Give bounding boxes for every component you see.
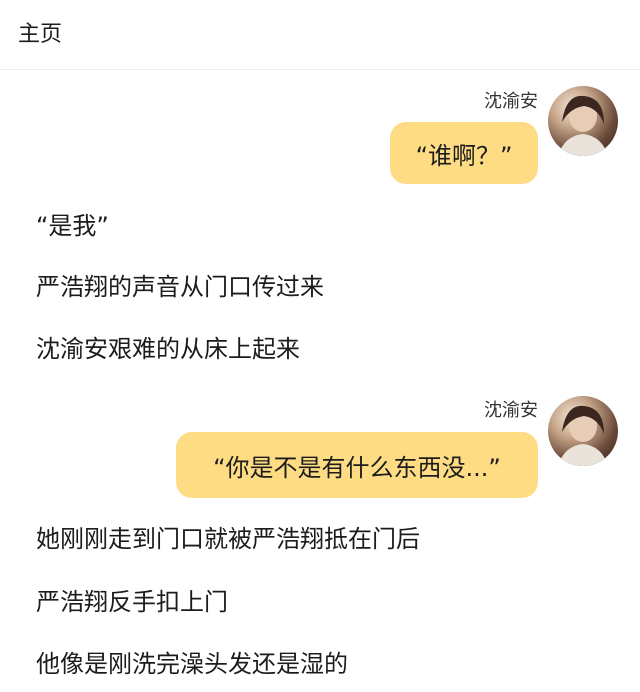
narration-line: 严浩翔反手扣上门 (36, 588, 228, 616)
sender-name: 沈渝安 (484, 400, 538, 421)
avatar-photo-icon (558, 95, 608, 156)
avatar-photo-icon (558, 405, 608, 466)
message-bubble[interactable]: “谁啊？” (390, 122, 538, 184)
narration-line: 沈渝安艰难的从床上起来 (36, 335, 300, 363)
top-bar: 主页 (0, 0, 640, 70)
avatar[interactable] (548, 86, 618, 156)
narration-line: 她刚刚走到门口就被严浩翔抵在门后 (36, 525, 420, 553)
narration-line: “是我” (36, 212, 109, 240)
avatar[interactable] (548, 396, 618, 466)
narration-line: 严浩翔的声音从门口传过来 (36, 273, 324, 301)
narration-line: 他像是刚洗完澡头发还是湿的 (36, 650, 348, 678)
sender-name: 沈渝安 (484, 91, 538, 112)
page-title[interactable]: 主页 (18, 20, 62, 50)
message-bubble[interactable]: “你是不是有什么东西没...” (176, 432, 538, 498)
